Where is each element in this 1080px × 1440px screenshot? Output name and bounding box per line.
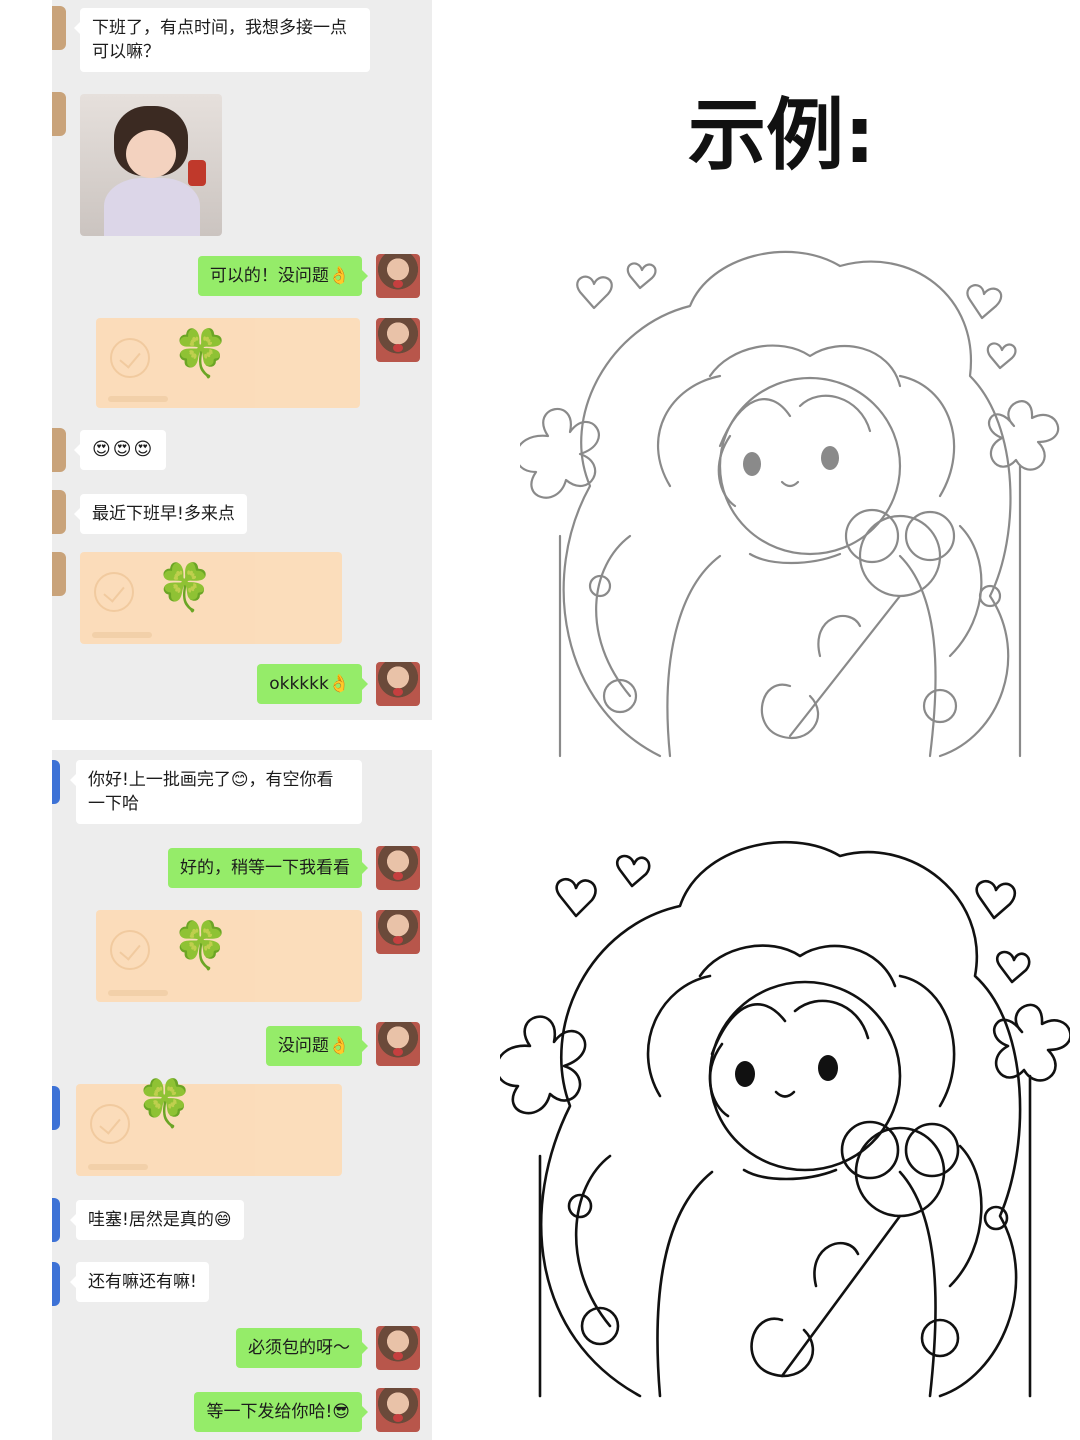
my-avatar[interactable]	[376, 318, 420, 362]
transfer-footer	[108, 990, 168, 996]
page: 下班了，有点时间，我想多接一点可以嘛？ 可以的！没问题👌 🍀 😍😍😍 最近下班早…	[0, 0, 1080, 1440]
transfer-card-received[interactable]: 🍀	[80, 552, 342, 644]
my-avatar[interactable]	[376, 1326, 420, 1370]
sent-message: okkkkk👌	[257, 664, 368, 704]
received-message: 还有嘛还有嘛!	[70, 1262, 209, 1302]
clover-icon: 🍀	[156, 560, 214, 614]
received-message: 最近下班早!多来点	[74, 494, 247, 534]
check-icon	[90, 1104, 130, 1144]
my-avatar[interactable]	[376, 1388, 420, 1432]
received-message: 😍😍😍	[73, 430, 167, 470]
check-icon	[110, 930, 150, 970]
check-icon	[110, 338, 150, 378]
my-avatar[interactable]	[376, 662, 420, 706]
contact-avatar[interactable]	[52, 428, 66, 472]
sent-message: 必须包的呀～	[236, 1328, 368, 1368]
my-avatar[interactable]	[376, 254, 420, 298]
my-avatar[interactable]	[376, 1022, 420, 1066]
line-art-girl-gray	[520, 250, 1060, 758]
chat-screenshot-top: 下班了，有点时间，我想多接一点可以嘛？ 可以的！没问题👌 🍀 😍😍😍 最近下班早…	[52, 0, 432, 720]
sent-message: 好的，稍等一下我看看	[168, 848, 368, 888]
transfer-footer	[92, 632, 152, 638]
contact-avatar[interactable]	[52, 1262, 60, 1306]
received-message: 下班了，有点时间，我想多接一点可以嘛？	[74, 8, 370, 72]
contact-avatar[interactable]	[52, 1086, 60, 1130]
contact-avatar[interactable]	[52, 1198, 60, 1242]
received-message: 哇塞!居然是真的😄	[70, 1200, 244, 1240]
contact-avatar[interactable]	[52, 552, 66, 596]
transfer-footer	[88, 1164, 148, 1170]
chat-screenshot-bottom: 你好!上一批画完了😊，有空你看一下哈 好的，稍等一下我看看 🍀 没问题👌 🍀 哇…	[52, 750, 432, 1440]
clover-icon: 🍀	[172, 918, 230, 972]
transfer-footer	[108, 396, 168, 402]
contact-avatar[interactable]	[52, 490, 66, 534]
sent-message: 等一下发给你哈!😎	[194, 1392, 368, 1432]
sticker-photo-toddler[interactable]	[80, 94, 222, 236]
contact-avatar[interactable]	[52, 760, 60, 804]
my-avatar[interactable]	[376, 910, 420, 954]
transfer-card-received[interactable]: 🍀	[76, 1078, 342, 1176]
check-icon	[94, 572, 134, 612]
contact-avatar[interactable]	[52, 6, 66, 50]
transfer-card-sent[interactable]: 🍀	[96, 318, 360, 408]
my-avatar[interactable]	[376, 846, 420, 890]
clover-icon: 🍀	[172, 326, 230, 380]
line-art-girl-black	[500, 840, 1070, 1398]
example-title: 示例:	[688, 91, 876, 181]
contact-avatar[interactable]	[52, 92, 66, 136]
received-message: 你好!上一批画完了😊，有空你看一下哈	[70, 760, 362, 824]
sent-message: 没问题👌	[265, 1026, 369, 1066]
sent-message: 可以的！没问题👌	[197, 256, 369, 296]
transfer-card-sent[interactable]: 🍀	[96, 910, 362, 1002]
clover-icon: 🍀	[136, 1076, 194, 1130]
